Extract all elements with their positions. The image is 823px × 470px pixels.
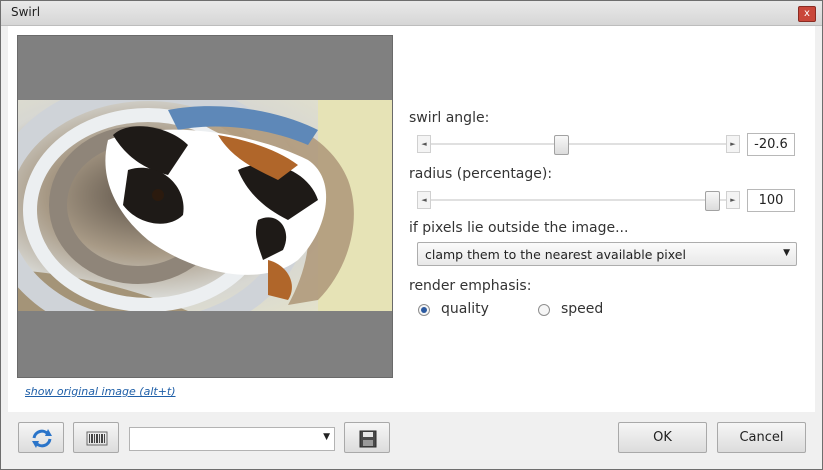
- edge-handling-label: if pixels lie outside the image...: [409, 220, 629, 236]
- radius-input[interactable]: 100: [747, 189, 795, 212]
- slider-left-arrow-icon[interactable]: ◄: [417, 135, 431, 153]
- cancel-button[interactable]: Cancel: [717, 422, 806, 453]
- barcode-icon: [86, 431, 108, 446]
- slider-thumb[interactable]: [705, 191, 720, 211]
- slider-right-arrow-icon[interactable]: ►: [726, 191, 740, 209]
- close-button[interactable]: x: [798, 6, 816, 22]
- refresh-icon: [32, 429, 52, 448]
- image-preview[interactable]: [17, 35, 393, 378]
- slider-thumb[interactable]: [554, 135, 569, 155]
- window-title: Swirl: [11, 5, 41, 19]
- dialog-content: show original image (alt+t) swirl angle:…: [8, 26, 815, 412]
- swirl-dialog: Swirl x show original image (alt+t) swir…: [0, 0, 823, 470]
- reset-button[interactable]: [18, 422, 64, 453]
- swirled-dog-image: [18, 100, 392, 311]
- radius-slider[interactable]: ◄ ►: [417, 191, 740, 211]
- chevron-down-icon: ▼: [783, 248, 790, 258]
- show-original-link[interactable]: show original image (alt+t): [25, 385, 176, 398]
- speed-label[interactable]: speed: [561, 301, 603, 317]
- slider-track: [431, 143, 726, 145]
- speed-radio[interactable]: [538, 304, 550, 316]
- ok-button[interactable]: OK: [618, 422, 707, 453]
- swirl-angle-label: swirl angle:: [409, 110, 490, 126]
- slider-right-arrow-icon[interactable]: ►: [726, 135, 740, 153]
- quality-radio[interactable]: [418, 304, 430, 316]
- preview-photo: [18, 100, 392, 311]
- swirl-angle-input[interactable]: -20.6: [747, 133, 795, 156]
- randomize-button[interactable]: [73, 422, 119, 453]
- edge-handling-dropdown[interactable]: clamp them to the nearest available pixe…: [417, 242, 797, 266]
- save-preset-icon: [359, 430, 377, 448]
- chevron-down-icon: ▼: [323, 432, 330, 442]
- swirl-angle-slider[interactable]: ◄ ►: [417, 135, 740, 155]
- slider-left-arrow-icon[interactable]: ◄: [417, 191, 431, 209]
- close-icon: x: [804, 8, 810, 19]
- edge-handling-value: clamp them to the nearest available pixe…: [425, 247, 686, 262]
- save-preset-button[interactable]: [344, 422, 390, 453]
- quality-label[interactable]: quality: [441, 301, 489, 317]
- preset-combo[interactable]: ▼: [129, 427, 335, 451]
- radius-label: radius (percentage):: [409, 166, 553, 182]
- render-emphasis-label: render emphasis:: [409, 278, 532, 294]
- slider-track: [431, 199, 726, 201]
- title-bar: Swirl x: [1, 1, 822, 26]
